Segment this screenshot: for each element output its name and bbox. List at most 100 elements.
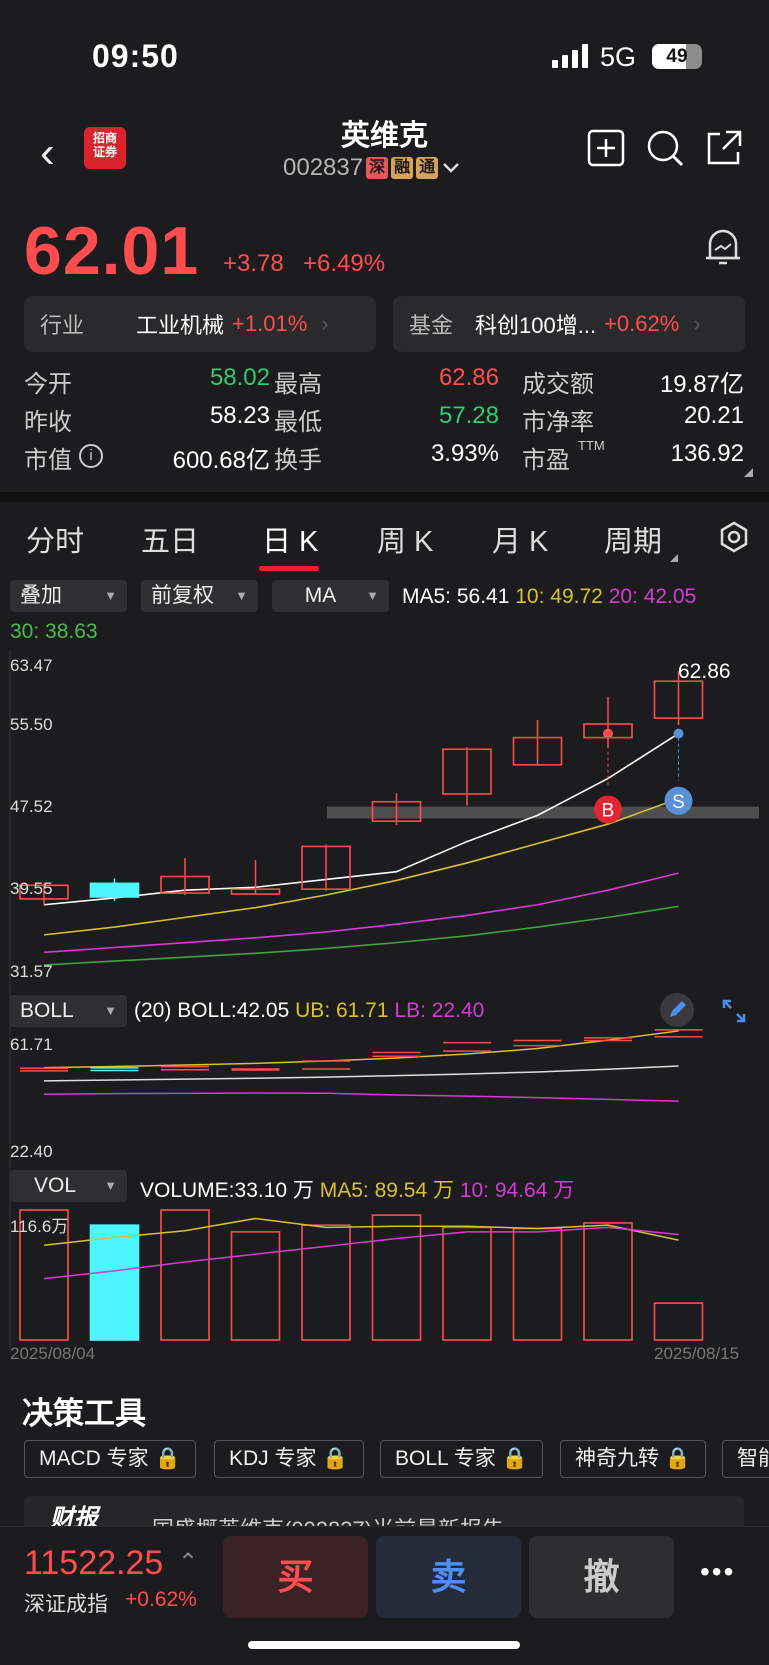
tag-connect: 通 <box>416 157 439 179</box>
sell-signal-label: S <box>672 792 685 813</box>
section-divider <box>0 492 769 502</box>
sell-signal-dot <box>673 728 684 739</box>
volume-bar <box>442 1226 492 1341</box>
pe-value: 136.92 <box>670 440 744 467</box>
volume-bar <box>160 1209 210 1341</box>
price-axis-label: 47.52 <box>10 797 53 816</box>
settings-gear-icon[interactable] <box>717 520 751 554</box>
tag-sz: 深 <box>366 157 389 179</box>
chevron-right-icon: › <box>693 311 701 336</box>
period-corner-icon <box>670 554 678 562</box>
tab-daily-k[interactable]: 日 K <box>262 518 318 560</box>
stock-code-line[interactable]: 002837 深 融 通 <box>283 154 461 182</box>
cancel-order-button[interactable]: 撤 <box>529 1536 674 1618</box>
boll-mid-line <box>43 1065 679 1082</box>
ma-line-ma5 <box>43 732 679 906</box>
turnover-label: 成交额 <box>522 371 594 398</box>
low-value: 57.28 <box>438 402 499 429</box>
current-price: 62.01 <box>24 213 200 289</box>
industry-label: 行业 <box>40 313 85 338</box>
status-time: 09:50 <box>92 38 179 74</box>
share-icon[interactable] <box>704 128 744 168</box>
turnover-value: 19.87亿 <box>659 371 744 398</box>
volume-bar <box>583 1222 633 1341</box>
overlay-dropdown[interactable]: 叠加 ▼ <box>10 580 127 612</box>
volume-bar <box>512 1227 563 1341</box>
network-label: 5G <box>600 42 637 72</box>
industry-pct: +1.01% <box>232 311 308 336</box>
boll-lb-line <box>43 1092 679 1102</box>
low-label: 最低 <box>274 409 322 436</box>
vol-dropdown[interactable]: VOL ▼ <box>10 1170 127 1202</box>
tool-macd[interactable]: MACD 专家 🔒 <box>24 1440 196 1478</box>
signal-icon <box>552 44 588 68</box>
adjust-dropdown[interactable]: 前复权 ▼ <box>141 580 258 612</box>
tools-title: 决策工具 <box>22 1396 146 1431</box>
prev-close-label: 昨收 <box>24 409 72 436</box>
chevron-down-icon <box>443 163 460 173</box>
buy-button[interactable]: 买 <box>223 1536 368 1618</box>
volume-bar <box>301 1224 351 1341</box>
tool-smart[interactable]: 智能 <box>722 1440 769 1478</box>
high-marker-label: 62.86 <box>678 660 731 683</box>
fullscreen-icon[interactable] <box>720 997 748 1025</box>
pe-ttm-sup: TTM <box>578 438 605 453</box>
price-axis-label: 63.47 <box>10 656 53 675</box>
expand-corner-icon[interactable] <box>744 468 753 477</box>
price-axis-label: 31.57 <box>10 962 53 981</box>
ma20-value: 20: 42.05 <box>608 585 697 608</box>
boll-dropdown[interactable]: BOLL ▼ <box>10 995 127 1027</box>
chevron-right-icon: › <box>321 311 329 336</box>
tool-kdj[interactable]: KDJ 专家 🔒 <box>214 1440 364 1478</box>
tab-monthly-k[interactable]: 月 K <box>492 518 548 560</box>
industry-pill[interactable]: 行业 工业机械 +1.01% › <box>24 296 376 352</box>
tab-weekly-k[interactable]: 周 K <box>377 518 433 560</box>
boll-ub-line <box>43 1030 679 1069</box>
more-icon[interactable]: ••• <box>700 1556 735 1588</box>
info-icon[interactable]: i <box>79 444 103 468</box>
search-icon[interactable] <box>645 128 685 168</box>
alert-bell-icon[interactable] <box>703 226 743 268</box>
add-watchlist-icon[interactable] <box>586 128 626 168</box>
industry-name: 工业机械 <box>136 313 225 338</box>
ma-line-ma10 <box>43 797 679 936</box>
ma30-value: 30: 38.63 <box>10 620 98 643</box>
boll-axis-bottom: 22.40 <box>10 1142 53 1161</box>
boll-axis-top: 61.71 <box>10 1035 53 1054</box>
volume-bar <box>653 1302 704 1341</box>
ma-line-ma30 <box>43 905 679 966</box>
tool-boll[interactable]: BOLL 专家 🔒 <box>380 1440 543 1478</box>
fund-label: 基金 <box>409 313 454 338</box>
pe-label: 市盈 <box>522 447 570 474</box>
news-banner[interactable]: 财报 国盛概英维克(002837)当前最新报告 <box>24 1496 744 1530</box>
pb-label: 市净率 <box>522 409 594 436</box>
prev-close-value: 58.23 <box>209 402 270 429</box>
mcap-label: 市值 <box>24 447 72 474</box>
active-tab-underline <box>259 566 319 571</box>
high-label: 最高 <box>274 371 322 398</box>
fund-pct: +0.62% <box>604 311 680 336</box>
tab-intraday[interactable]: 分时 <box>26 518 84 560</box>
home-indicator <box>248 1641 520 1649</box>
ma5-value: MA5: 56.41 <box>402 585 510 608</box>
buy-signal-dot <box>603 728 613 739</box>
fund-name: 科创100增... <box>475 313 597 338</box>
open-value: 58.02 <box>209 364 270 391</box>
vol-axis-top: 116.6万 <box>10 1217 69 1236</box>
indicator-dropdown[interactable]: MA ▼ <box>272 580 389 612</box>
candle-body <box>89 882 140 898</box>
boll-legend: (20) BOLL:42.05 UB: 61.71 LB: 22.40 <box>134 999 485 1022</box>
fund-pill[interactable]: 基金 科创100增... +0.62% › <box>393 296 745 352</box>
pb-value: 20.21 <box>683 402 744 429</box>
tab-5day[interactable]: 五日 <box>141 518 199 560</box>
ma10-value: 10: 49.72 <box>515 585 603 608</box>
date-start: 2025/08/04 <box>10 1344 96 1363</box>
tag-margin: 融 <box>391 157 414 179</box>
tab-period[interactable]: 周期 <box>604 518 662 560</box>
open-label: 今开 <box>24 371 72 398</box>
edit-pencil-icon[interactable] <box>660 993 694 1027</box>
tool-nine-turn[interactable]: 神奇九转 🔒 <box>560 1440 706 1478</box>
price-change: +3.78 <box>223 250 284 277</box>
index-value[interactable]: 11522.25 <box>24 1544 163 1583</box>
sell-button[interactable]: 卖 <box>376 1536 521 1618</box>
